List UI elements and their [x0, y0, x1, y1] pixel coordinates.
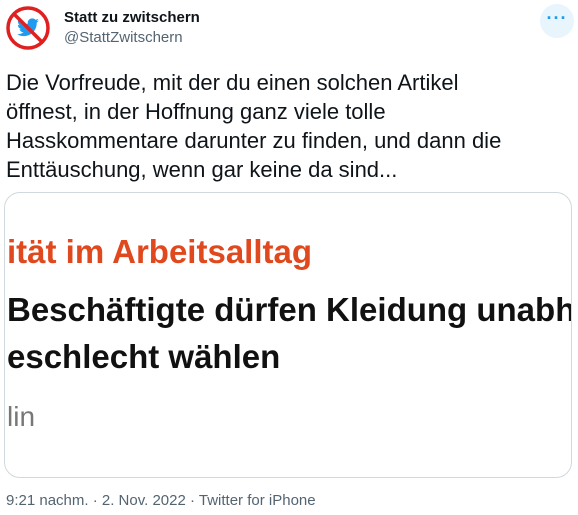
card-byline: lin: [7, 401, 36, 432]
link-preview-card[interactable]: ität im Arbeitsalltag Beschäftigte dürfe…: [4, 192, 572, 478]
card-headline-line2: eschlecht wählen: [7, 338, 281, 375]
author-handle[interactable]: @StattZwitschern: [64, 29, 183, 46]
author-name[interactable]: Statt zu zwitschern: [64, 9, 200, 26]
tweet-text: Die Vorfreude, mit der du einen solchen …: [6, 70, 502, 182]
tweet-timestamp[interactable]: 9:21 nachm. · 2. Nov. 2022 · Twitter for…: [6, 492, 316, 509]
bird-no-sign-icon: [6, 6, 50, 50]
more-options-icon: ···: [546, 8, 568, 28]
card-headline-line1: Beschäftigte dürfen Kleidung unabh: [7, 291, 572, 328]
more-options-button[interactable]: ···: [540, 4, 574, 38]
avatar[interactable]: [6, 6, 50, 50]
card-kicker: ität im Arbeitsalltag: [7, 233, 313, 270]
